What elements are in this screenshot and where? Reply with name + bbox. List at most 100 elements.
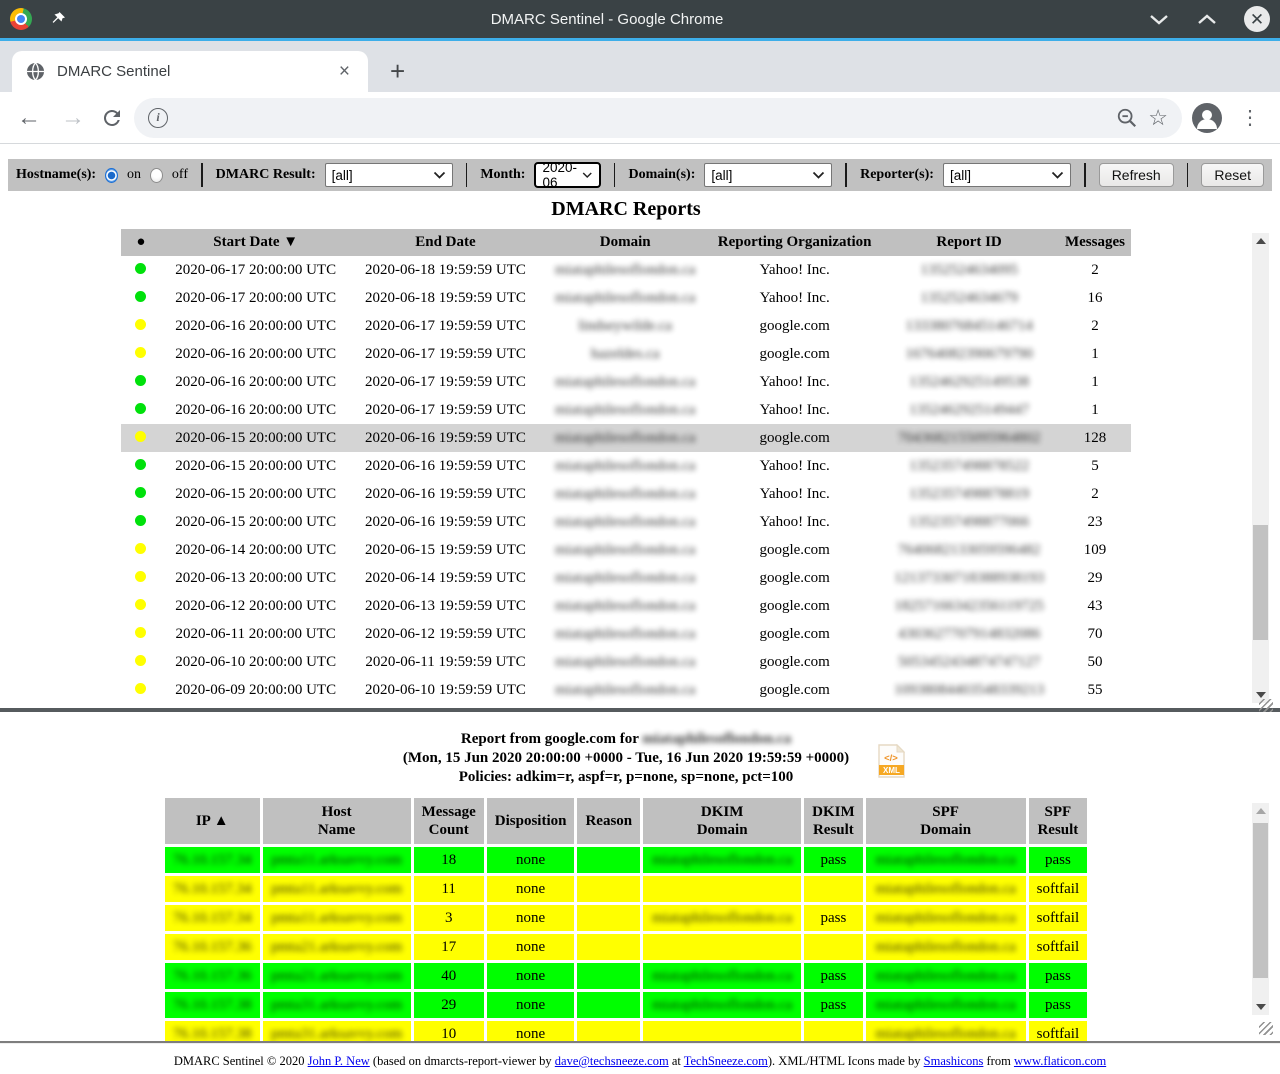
status-cell <box>121 368 161 396</box>
redacted-ip: 76.10.157.34 <box>173 910 252 926</box>
table-row[interactable]: 2020-06-17 20:00:00 UTC 2020-06-18 19:59… <box>121 284 1131 312</box>
maximize-icon[interactable] <box>1196 13 1218 25</box>
report-id-cell: 10938084403548339213 <box>879 676 1059 704</box>
detail-scrollbar[interactable] <box>1252 803 1269 1015</box>
reporter-label: Reporter(s): <box>860 167 934 183</box>
status-dot <box>135 319 146 330</box>
tab-close-icon[interactable]: × <box>335 62 354 81</box>
col-spf-result[interactable]: SPF Result <box>1029 798 1088 844</box>
end-date-cell: 2020-06-14 19:59:59 UTC <box>351 564 541 592</box>
col-end-date[interactable]: End Date <box>351 229 541 256</box>
end-date-cell: 2020-06-15 19:59:59 UTC <box>351 536 541 564</box>
messages-cell: 1 <box>1059 340 1131 368</box>
table-row[interactable]: 2020-06-16 20:00:00 UTC 2020-06-17 19:59… <box>121 368 1131 396</box>
footer-credits: DMARC Sentinel © 2020 John P. New (based… <box>0 1054 1280 1069</box>
col-dkim-domain[interactable]: DKIM Domain <box>643 798 801 844</box>
dkim-domain-cell: miataphilesoflondon.ca <box>643 905 801 931</box>
address-bar[interactable]: i ☆ <box>134 98 1182 138</box>
table-row[interactable]: 2020-06-09 20:00:00 UTC 2020-06-10 19:59… <box>121 676 1131 704</box>
new-tab-button[interactable]: + <box>390 58 405 84</box>
zoom-out-icon[interactable] <box>1116 107 1138 129</box>
profile-avatar-icon[interactable] <box>1192 103 1222 133</box>
domain-select[interactable]: [all] <box>704 163 832 187</box>
scroll-down-button[interactable] <box>1252 999 1269 1015</box>
back-icon[interactable]: ← <box>12 106 46 130</box>
menu-icon[interactable]: ⋮ <box>1232 105 1268 130</box>
tab-dmarc-sentinel[interactable]: DMARC Sentinel × <box>12 51 368 92</box>
col-dkim-result[interactable]: DKIM Result <box>804 798 863 844</box>
table-row[interactable]: 2020-06-14 20:00:00 UTC 2020-06-15 19:59… <box>121 536 1131 564</box>
page-info-icon[interactable]: i <box>148 108 168 128</box>
status-dot <box>135 543 146 554</box>
table-row[interactable]: 2020-06-15 20:00:00 UTC 2020-06-16 19:59… <box>121 480 1131 508</box>
col-reason[interactable]: Reason <box>577 798 640 844</box>
status-cell <box>121 312 161 340</box>
host-cell: pmta21.arksavvy.com <box>263 963 411 989</box>
reset-button[interactable]: Reset <box>1201 163 1264 187</box>
status-cell <box>121 340 161 368</box>
month-select[interactable]: 2020-06 <box>534 162 600 188</box>
col-report-id[interactable]: Report ID <box>879 229 1059 256</box>
report-id-cell: 1352357498878819 <box>879 480 1059 508</box>
col-host-name[interactable]: Host Name <box>263 798 411 844</box>
col-start-date[interactable]: Start Date ▼ <box>161 229 351 256</box>
table-row[interactable]: 2020-06-17 20:00:00 UTC 2020-06-18 19:59… <box>121 256 1131 284</box>
tab-title: DMARC Sentinel <box>57 63 323 80</box>
table-row[interactable]: 2020-06-15 20:00:00 UTC 2020-06-16 19:59… <box>121 424 1131 452</box>
scrollbar-thumb[interactable] <box>1253 823 1268 978</box>
table-row[interactable]: 2020-06-16 20:00:00 UTC 2020-06-17 19:59… <box>121 340 1131 368</box>
reporter-select[interactable]: [all] <box>943 163 1071 187</box>
reports-scrollbar[interactable] <box>1252 233 1269 703</box>
table-row[interactable]: 2020-06-13 20:00:00 UTC 2020-06-14 19:59… <box>121 564 1131 592</box>
dmarc-result-select[interactable]: [all] <box>325 163 453 187</box>
table-row[interactable]: 2020-06-10 20:00:00 UTC 2020-06-11 19:59… <box>121 648 1131 676</box>
close-window-button[interactable]: ✕ <box>1244 6 1270 32</box>
hostname-off-radio[interactable] <box>150 168 163 183</box>
bookmark-star-icon[interactable]: ☆ <box>1148 105 1168 131</box>
status-cell <box>121 676 161 704</box>
org-cell: Yahoo! Inc. <box>710 284 879 312</box>
minimize-icon[interactable] <box>1148 13 1170 25</box>
col-disposition[interactable]: Disposition <box>487 798 575 844</box>
browser-window: DMARC Sentinel - Google Chrome ✕ DMARC S… <box>0 0 1280 1074</box>
end-date-cell: 2020-06-13 19:59:59 UTC <box>351 592 541 620</box>
resize-grip[interactable] <box>1259 1022 1273 1035</box>
scroll-up-button[interactable] <box>1252 803 1269 819</box>
xml-file-icon[interactable]: </> XML <box>878 744 905 778</box>
scroll-up-button[interactable] <box>1252 233 1269 249</box>
col-messages[interactable]: Messages <box>1059 229 1131 256</box>
report-id-cell: 13338076845146714 <box>879 312 1059 340</box>
scrollbar-thumb[interactable] <box>1253 525 1268 640</box>
col-message-count[interactable]: Message Count <box>414 798 484 844</box>
forward-icon[interactable]: → <box>56 106 90 130</box>
col-reporting-org[interactable]: Reporting Organization <box>710 229 879 256</box>
org-cell: google.com <box>710 676 879 704</box>
table-row[interactable]: 2020-06-16 20:00:00 UTC 2020-06-17 19:59… <box>121 396 1131 424</box>
status-dot <box>135 375 146 386</box>
reason-cell <box>577 1021 640 1041</box>
reload-icon[interactable] <box>100 106 124 130</box>
end-date-cell: 2020-06-18 19:59:59 UTC <box>351 284 541 312</box>
redacted-spf-domain: miataphilesoflondon.ca <box>875 997 1015 1013</box>
org-cell: google.com <box>710 312 879 340</box>
col-ip[interactable]: IP ▲ <box>165 798 260 844</box>
reports-body: 2020-06-17 20:00:00 UTC 2020-06-18 19:59… <box>121 256 1131 704</box>
col-spf-domain[interactable]: SPF Domain <box>866 798 1026 844</box>
hostname-on-radio[interactable] <box>105 168 118 183</box>
report-id-cell: 1352524634679 <box>879 284 1059 312</box>
footer-segment: Smashicons <box>924 1054 984 1068</box>
table-row[interactable]: 2020-06-11 20:00:00 UTC 2020-06-12 19:59… <box>121 620 1131 648</box>
redacted-ip: 76.10.157.34 <box>173 881 252 897</box>
col-status[interactable]: ● <box>121 229 161 256</box>
table-row[interactable]: 2020-06-16 20:00:00 UTC 2020-06-17 19:59… <box>121 312 1131 340</box>
table-row[interactable]: 2020-06-12 20:00:00 UTC 2020-06-13 19:59… <box>121 592 1131 620</box>
col-domain[interactable]: Domain <box>540 229 710 256</box>
refresh-button[interactable]: Refresh <box>1099 163 1174 187</box>
redacted-domain: miataphilesoflondon.ca <box>555 654 695 670</box>
table-row[interactable]: 2020-06-15 20:00:00 UTC 2020-06-16 19:59… <box>121 452 1131 480</box>
spf-domain-cell: miataphilesoflondon.ca <box>866 847 1026 873</box>
redacted-dkim-domain: miataphilesoflondon.ca <box>652 968 792 984</box>
redacted-domain: hazeldes.ca <box>591 346 660 362</box>
table-row[interactable]: 2020-06-15 20:00:00 UTC 2020-06-16 19:59… <box>121 508 1131 536</box>
resize-grip[interactable] <box>1259 699 1273 712</box>
